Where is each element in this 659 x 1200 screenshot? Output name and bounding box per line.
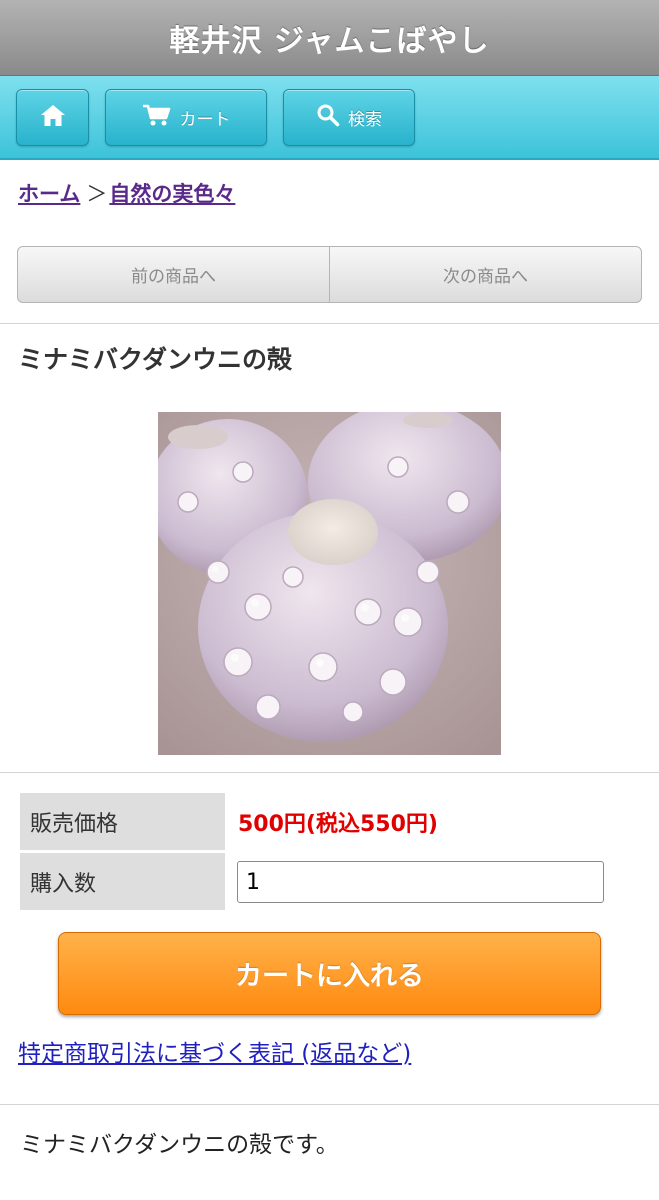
price-value-cell: 500円(税込550円) — [238, 793, 438, 850]
price-value: 500円(税込550円) — [238, 811, 438, 837]
add-to-cart-button[interactable]: カートに入れる — [58, 932, 601, 1015]
search-button[interactable]: 検索 — [283, 89, 415, 146]
breadcrumb: ホーム ＞自然の実色々 — [18, 178, 235, 208]
divider — [0, 1104, 659, 1105]
home-icon — [40, 103, 66, 132]
breadcrumb-home-link[interactable]: ホーム — [18, 182, 80, 206]
divider — [0, 772, 659, 773]
breadcrumb-separator: ＞ — [86, 182, 108, 206]
prev-product-button[interactable]: 前の商品へ — [18, 247, 330, 302]
quantity-input[interactable] — [237, 861, 604, 903]
price-row: 販売価格 500円(税込550円) — [20, 793, 620, 853]
product-spec-table: 販売価格 500円(税込550円) 購入数 — [20, 793, 620, 913]
cart-button[interactable]: カート — [105, 89, 267, 146]
product-pager: 前の商品へ 次の商品へ — [17, 246, 642, 303]
product-description: ミナミバクダンウニの殻です。 — [20, 1132, 339, 1158]
next-product-button[interactable]: 次の商品へ — [330, 247, 641, 302]
nav-bar: カート 検索 — [0, 76, 659, 160]
cart-icon — [142, 103, 172, 132]
divider — [0, 323, 659, 324]
breadcrumb-category-link[interactable]: 自然の実色々 — [109, 182, 235, 206]
product-title: ミナミバクダンウニの殻 — [18, 345, 293, 374]
price-label: 販売価格 — [20, 793, 225, 850]
page: 軽井沢 ジャムこばやし カート 検索 ホーム ＞自然の実色々 前の商品へ 次の商… — [0, 0, 659, 1200]
quantity-row: 購入数 — [20, 853, 620, 913]
site-title: 軽井沢 ジャムこばやし — [169, 23, 490, 59]
search-icon — [316, 103, 340, 132]
product-image — [158, 412, 501, 755]
legal-notice-link[interactable]: 特定商取引法に基づく表記 (返品など) — [18, 1034, 411, 1068]
title-bar: 軽井沢 ジャムこばやし — [0, 0, 659, 76]
search-label: 検索 — [348, 110, 382, 130]
quantity-label: 購入数 — [20, 853, 225, 910]
cart-label: カート — [179, 110, 231, 130]
home-button[interactable] — [16, 89, 89, 146]
